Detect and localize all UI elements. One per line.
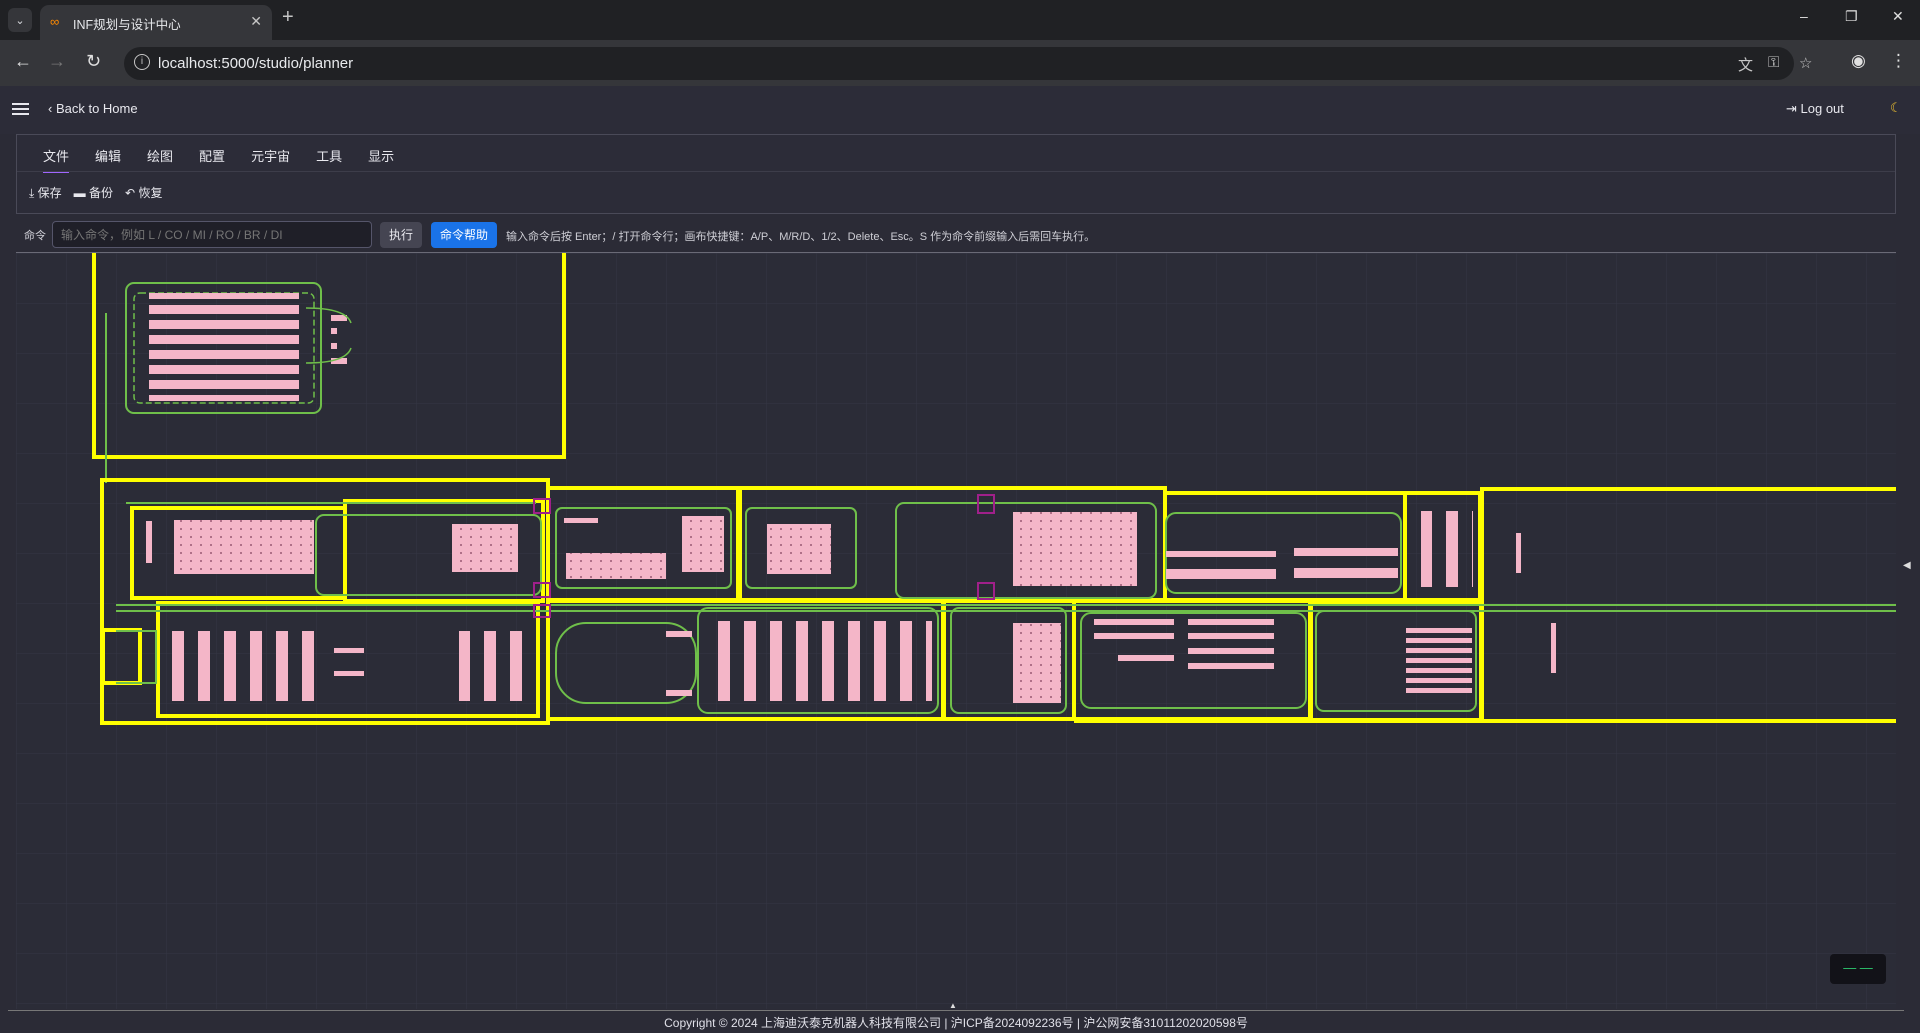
tab-draw[interactable]: 绘图 <box>147 135 173 171</box>
restore-button[interactable]: ↶ 恢复 <box>125 184 162 201</box>
key-icon[interactable]: ⚿ <box>1768 54 1779 71</box>
tab-edit[interactable]: 编辑 <box>95 135 121 171</box>
site-info-icon[interactable]: i <box>134 54 150 70</box>
menu-tabs: 文件 编辑 绘图 配置 元宇宙 工具 显示 <box>17 135 394 173</box>
copyright-text: Copyright © 2024 上海迪沃泰克机器人科技有限公司 | 沪ICP备… <box>664 1016 1248 1030</box>
minimize-button[interactable]: – <box>1800 8 1808 24</box>
tab-title: INF规划与设计中心 <box>73 18 181 32</box>
profile-icon[interactable]: ◉ <box>1851 51 1866 71</box>
new-tab-button[interactable]: + <box>282 6 294 29</box>
tab-metaverse[interactable]: 元宇宙 <box>251 135 290 171</box>
forward-arrow-icon[interactable]: → <box>48 51 66 72</box>
back-arrow-icon[interactable]: ← <box>14 51 32 72</box>
undo-icon: ↶ <box>125 186 136 200</box>
download-icon: ⤓ <box>29 186 35 200</box>
tab-tools[interactable]: 工具 <box>316 135 342 171</box>
hamburger-menu-icon[interactable] <box>12 103 29 115</box>
side-panel-toggle-icon[interactable]: ◀ <box>1903 560 1911 571</box>
file-actions: ⤓ 保存 ▬ 备份 ↶ 恢复 <box>29 184 162 201</box>
star-icon[interactable]: ☆ <box>1799 54 1812 72</box>
close-window-button[interactable]: ✕ <box>1892 8 1904 25</box>
command-input[interactable] <box>52 221 372 248</box>
command-help-button[interactable]: 命令帮助 <box>431 222 497 248</box>
logout-icon: ⇥ <box>1786 101 1801 116</box>
menu-panel: 文件 编辑 绘图 配置 元宇宙 工具 显示 ⤓ 保存 ▬ 备份 ↶ 恢复 <box>16 134 1896 214</box>
footer: Copyright © 2024 上海迪沃泰克机器人科技有限公司 | 沪ICP备… <box>8 1010 1904 1033</box>
planner-canvas[interactable] <box>16 253 1896 1009</box>
translate-icon[interactable]: 文 <box>1738 54 1753 75</box>
back-to-home-link[interactable]: ‹ Back to Home <box>48 101 138 116</box>
chevron-left-icon: ‹ <box>48 101 56 116</box>
panel-divider <box>17 171 1895 172</box>
command-bar: 命令 执行 命令帮助 输入命令后按 Enter；/ 打开命令行；画布快捷键：A/… <box>16 218 1896 253</box>
backup-button[interactable]: ▬ 备份 <box>74 184 113 201</box>
browser-tabstrip: ⌄ ∞ INF规划与设计中心 ✕ + – ❐ ✕ <box>0 0 1920 40</box>
tab-display[interactable]: 显示 <box>368 135 394 171</box>
footer-expand-icon[interactable]: ▲ <box>949 1001 957 1010</box>
tab-config[interactable]: 配置 <box>199 135 225 171</box>
execute-button[interactable]: 执行 <box>380 222 422 248</box>
app-header: ‹ Back to Home ⇥ Log out ☾ <box>0 86 1920 134</box>
restore-button[interactable]: ❐ <box>1845 8 1858 25</box>
browser-toolbar: ← → ↻ i localhost:5000/studio/planner 文 … <box>0 40 1920 86</box>
infinity-icon: ∞ <box>50 14 60 29</box>
command-hint: 输入命令后按 Enter；/ 打开命令行；画布快捷键：A/P、M/R/D、1/2… <box>506 231 1096 243</box>
tab-file[interactable]: 文件 <box>43 135 70 173</box>
address-bar[interactable]: i localhost:5000/studio/planner 文 ⚿ ☆ <box>124 47 1812 80</box>
more-menu-icon[interactable]: ⋮ <box>1890 51 1907 71</box>
logout-button[interactable]: ⇥ Log out <box>1786 101 1844 117</box>
layout-drawing[interactable] <box>16 253 1896 1009</box>
browser-tab[interactable]: ∞ INF规划与设计中心 ✕ <box>40 5 272 40</box>
archive-icon: ▬ <box>73 186 86 200</box>
tab-close-icon[interactable]: ✕ <box>250 13 262 30</box>
theme-toggle-moon-icon[interactable]: ☾ <box>1890 100 1902 116</box>
minimap-toggle-button[interactable]: — — <box>1830 954 1886 984</box>
command-label: 命令 <box>24 230 46 242</box>
save-button[interactable]: ⤓ 保存 <box>29 184 62 201</box>
reload-icon[interactable]: ↻ <box>86 51 101 72</box>
tab-list-button[interactable]: ⌄ <box>8 8 32 32</box>
url-text[interactable]: localhost:5000/studio/planner <box>158 55 353 72</box>
